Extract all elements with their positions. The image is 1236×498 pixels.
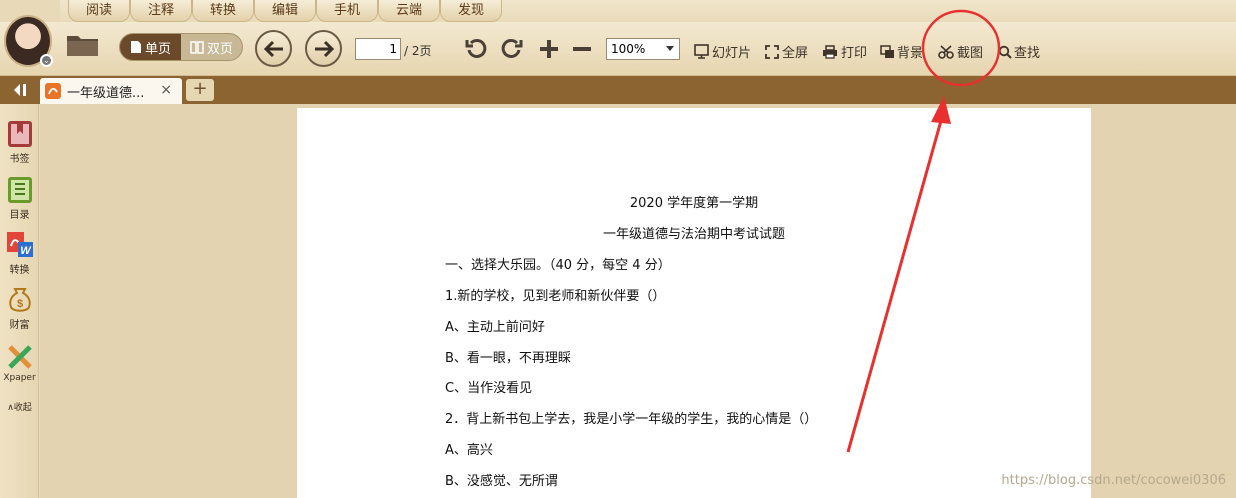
find-button[interactable]: 查找: [998, 42, 1040, 61]
fullscreen-icon: [765, 44, 779, 59]
menu-tab-cloud[interactable]: 云端: [378, 0, 440, 22]
slideshow-button[interactable]: 幻灯片: [694, 42, 751, 61]
sidebar-label-xpaper: Xpaper: [3, 373, 36, 383]
sidebar-item-wealth[interactable]: $ 财富: [0, 286, 39, 331]
zoom-out-button[interactable]: [571, 38, 593, 60]
doc-line: 2020 学年度第一学期: [629, 196, 759, 211]
doc-line: A、高兴: [445, 443, 493, 458]
rotate-right-button[interactable]: [499, 37, 523, 61]
menu-tab-edit[interactable]: 编辑: [254, 0, 316, 22]
menu-tab-annotate[interactable]: 注释: [130, 0, 192, 22]
background-icon: [880, 44, 894, 58]
svg-text:$: $: [16, 298, 22, 310]
sidebar-item-xpaper[interactable]: Xpaper: [0, 344, 39, 383]
print-label: 打印: [841, 46, 868, 61]
previous-page-button[interactable]: [255, 30, 292, 67]
collapse-left-icon: [14, 84, 26, 96]
folder-icon: [67, 36, 98, 56]
doc-line: B、看一眼，不再理睬: [445, 351, 571, 366]
zoom-value: 100%: [611, 42, 646, 56]
document-tab-title: 一年级道德...: [67, 85, 145, 101]
zoom-in-button[interactable]: [538, 38, 560, 60]
new-tab-button[interactable]: +: [186, 79, 214, 101]
rotate-cw-icon: [501, 38, 523, 58]
bookmark-icon: [7, 121, 32, 147]
convert-icon: W: [6, 232, 33, 257]
slideshow-icon: [694, 44, 709, 59]
sidebar-item-toc[interactable]: 目录: [0, 176, 39, 221]
menu-tab-strip: 阅读 注释 转换 编辑 手机 云端 发现: [60, 0, 1236, 22]
fullscreen-button[interactable]: 全屏: [765, 42, 808, 61]
doc-line: 一年级道德与法治期中考试试题: [602, 227, 785, 242]
sidebar-item-convert[interactable]: W 转换: [0, 231, 39, 276]
sidebar-collapse-button[interactable]: ∧收起: [0, 400, 39, 413]
next-page-button[interactable]: [305, 30, 342, 67]
menu-tab-mobile[interactable]: 手机: [316, 0, 378, 22]
chevron-down-icon: [666, 46, 674, 51]
watermark: https://blog.csdn.net/cocowei0306: [1001, 473, 1226, 488]
fullscreen-label: 全屏: [782, 46, 809, 61]
doc-line: C、当作没看见: [445, 381, 533, 396]
toc-icon: [7, 177, 32, 203]
document-tab-bar: 一年级道德... × +: [0, 76, 1236, 104]
find-label: 查找: [1014, 46, 1041, 61]
page-total-label: / 2页: [404, 44, 432, 58]
sidebar-item-bookmark[interactable]: 书签: [0, 120, 39, 165]
arrow-left-icon: [263, 40, 283, 57]
menu-tab-convert[interactable]: 转换: [192, 0, 254, 22]
document-tab[interactable]: 一年级道德... ×: [40, 78, 182, 104]
sidebar-label-wealth: 财富: [9, 320, 30, 331]
menu-tab-read[interactable]: 阅读: [68, 0, 130, 22]
plus-icon: [540, 40, 558, 58]
open-folder-button[interactable]: [66, 32, 100, 58]
scissors-icon: [938, 44, 954, 59]
doc-line: 1.新的学校，见到老师和新伙伴要（）: [445, 289, 666, 304]
sidebar-label-bookmark: 书签: [9, 154, 30, 165]
minus-icon: [573, 47, 591, 51]
collapse-sidebar-button[interactable]: [0, 76, 38, 104]
screenshot-button[interactable]: 截图: [938, 42, 983, 61]
rotate-left-button[interactable]: [465, 37, 489, 61]
sidebar-label-toc: 目录: [9, 210, 30, 221]
double-page-label: 双页: [206, 41, 233, 57]
xpaper-icon: [7, 345, 32, 369]
doc-line: A、主动上前问好: [445, 320, 545, 335]
page-number-input[interactable]: [355, 38, 401, 60]
doc-line: 一、选择大乐园。（40 分，每空 4 分）: [445, 258, 671, 273]
book-icon: [190, 41, 204, 54]
slideshow-label: 幻灯片: [712, 46, 752, 61]
printer-icon: [823, 44, 837, 59]
single-page-button[interactable]: 单页: [120, 34, 181, 60]
print-button[interactable]: 打印: [822, 42, 867, 61]
page-icon: [130, 41, 141, 53]
arrow-right-icon: [314, 40, 334, 57]
single-page-label: 单页: [144, 41, 171, 57]
search-icon: [998, 45, 1012, 59]
avatar-status-icon[interactable]: ⌄: [40, 54, 53, 67]
background-button[interactable]: 背景: [880, 42, 923, 61]
screenshot-label: 截图: [957, 46, 984, 61]
close-tab-button[interactable]: ×: [160, 82, 172, 98]
background-label: 背景: [897, 46, 924, 61]
double-page-button[interactable]: 双页: [181, 34, 242, 60]
wealth-icon: $: [8, 288, 31, 312]
doc-line: B、没感觉、无所谓: [445, 474, 558, 489]
sidebar-label-convert: 转换: [9, 265, 30, 276]
view-mode-toggle: 单页 双页: [119, 33, 243, 61]
left-sidebar: 书签 目录 W 转换 $ 财富 Xpaper ∧收起: [0, 104, 39, 498]
svg-text:W: W: [20, 245, 32, 257]
rotate-ccw-icon: [465, 38, 487, 58]
zoom-select[interactable]: 100%: [606, 38, 680, 60]
menu-tab-discover[interactable]: 发现: [440, 0, 502, 22]
document-page: 2020 学年度第一学期 一年级道德与法治期中考试试题 一、选择大乐园。（40 …: [297, 108, 1091, 498]
doc-line: 2．背上新书包上学去，我是小学一年级的学生，我的心情是（）: [445, 412, 818, 427]
pdf-file-icon: [45, 83, 61, 99]
